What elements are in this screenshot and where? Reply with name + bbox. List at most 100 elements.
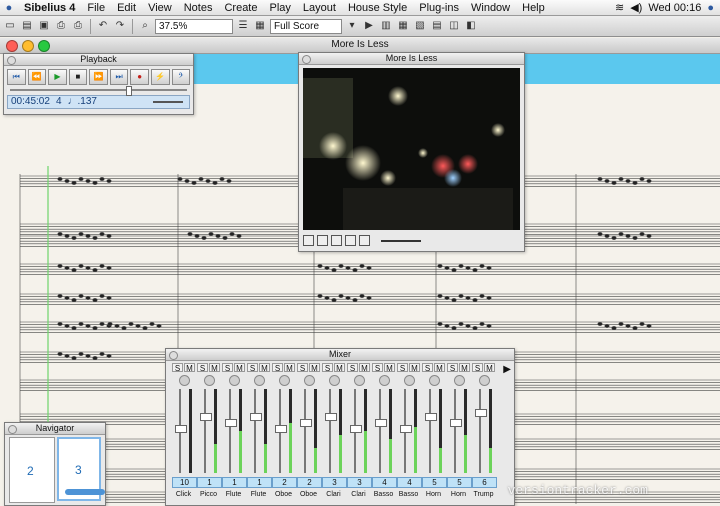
mute-button[interactable]: M (359, 363, 370, 373)
volume-fader[interactable] (375, 419, 387, 428)
menu-plugins[interactable]: Plug-ins (413, 2, 465, 14)
app-menu[interactable]: Sibelius 4 (18, 2, 81, 14)
tempo-slider[interactable] (153, 101, 183, 103)
record-button[interactable]: ● (130, 69, 149, 85)
pan-knob[interactable] (353, 375, 365, 386)
ideas-window-icon[interactable]: ◫ (447, 19, 461, 33)
save-icon[interactable]: ▣ (37, 19, 51, 33)
mute-button[interactable]: M (284, 363, 295, 373)
zoom-icon[interactable]: ⌕ (138, 19, 152, 33)
chevron-down-icon[interactable]: ▾ (345, 19, 359, 33)
channel-number[interactable]: 6 (472, 477, 497, 488)
pan-knob[interactable] (203, 375, 215, 386)
volume-fader[interactable] (200, 413, 212, 421)
video-titlebar[interactable]: More Is Less (299, 53, 524, 65)
pan-knob[interactable] (403, 375, 415, 386)
apple-menu-icon[interactable]: ● (0, 2, 18, 14)
channel-number[interactable]: 1 (197, 477, 222, 488)
playback-window-icon[interactable]: ▶ (362, 19, 376, 33)
pan-knob[interactable] (428, 375, 440, 386)
performance-button[interactable]: 𝄢 (171, 69, 191, 85)
volume-fader[interactable] (225, 419, 237, 428)
channel-number[interactable]: 3 (347, 477, 372, 488)
live-playback-button[interactable]: ⚡ (150, 69, 170, 85)
video-size-full-icon[interactable] (359, 235, 370, 246)
menu-notes[interactable]: Notes (178, 2, 219, 14)
volume-fader[interactable] (450, 419, 462, 428)
zoom-field[interactable]: 37.5% (155, 18, 233, 34)
solo-button[interactable]: S (397, 363, 408, 373)
export-icon[interactable]: ⎙ (54, 19, 68, 33)
volume-fader[interactable] (250, 413, 262, 421)
channel-number[interactable]: 3 (322, 477, 347, 488)
mute-button[interactable]: M (409, 363, 420, 373)
position-slider[interactable] (10, 86, 187, 96)
solo-button[interactable]: S (247, 363, 258, 373)
mute-button[interactable]: M (184, 363, 195, 373)
video-close-button[interactable] (302, 55, 311, 64)
redo-icon[interactable]: ↷ (113, 19, 127, 33)
menu-layout[interactable]: Layout (297, 2, 342, 14)
menu-house-style[interactable]: House Style (342, 2, 413, 14)
mute-button[interactable]: M (459, 363, 470, 373)
navigator-window-icon[interactable]: ▧ (413, 19, 427, 33)
navigator-page[interactable]: 2 (9, 437, 55, 503)
mixer-close-button[interactable] (169, 351, 178, 360)
properties-window-icon[interactable]: ▤ (430, 19, 444, 33)
channel-number[interactable]: 5 (447, 477, 472, 488)
view-mode-select[interactable]: Full Score (270, 18, 342, 34)
volume-icon[interactable]: ◀) (630, 1, 642, 14)
menu-window[interactable]: Window (465, 2, 516, 14)
channel-number[interactable]: 4 (372, 477, 397, 488)
channel-number[interactable]: 1 (247, 477, 272, 488)
menu-create[interactable]: Create (218, 2, 263, 14)
mute-button[interactable]: M (259, 363, 270, 373)
solo-button[interactable]: S (447, 363, 458, 373)
solo-button[interactable]: S (272, 363, 283, 373)
playback-close-button[interactable] (7, 56, 16, 65)
channel-number[interactable]: 5 (422, 477, 447, 488)
solo-button[interactable]: S (372, 363, 383, 373)
channel-number[interactable]: 2 (297, 477, 322, 488)
play-button[interactable]: ▶ (48, 69, 67, 85)
solo-button[interactable]: S (422, 363, 433, 373)
solo-button[interactable]: S (222, 363, 233, 373)
solo-button[interactable]: S (322, 363, 333, 373)
navigator-close-button[interactable] (8, 425, 17, 434)
pan-knob[interactable] (228, 375, 240, 386)
mute-button[interactable]: M (434, 363, 445, 373)
clock[interactable]: Wed 00:16 (648, 2, 701, 14)
mute-button[interactable]: M (384, 363, 395, 373)
mixer-expand-icon[interactable]: ▶ (503, 364, 511, 375)
playback-titlebar[interactable]: Playback (4, 54, 193, 66)
stop-button[interactable]: ■ (68, 69, 88, 85)
channel-number[interactable]: 2 (272, 477, 297, 488)
video-play-icon[interactable] (303, 235, 314, 246)
pan-knob[interactable] (178, 375, 190, 386)
mute-button[interactable]: M (209, 363, 220, 373)
channel-number[interactable]: 4 (397, 477, 422, 488)
pan-knob[interactable] (253, 375, 265, 386)
volume-fader[interactable] (425, 413, 437, 421)
volume-fader[interactable] (400, 425, 412, 433)
navigator-scrollbar[interactable] (65, 489, 105, 495)
volume-fader[interactable] (350, 425, 362, 433)
navigator-titlebar[interactable]: Navigator (5, 423, 105, 435)
focus-icon[interactable]: ▦ (253, 19, 267, 33)
pan-knob[interactable] (378, 375, 390, 386)
video-size-medium-icon[interactable] (331, 235, 342, 246)
pan-knob[interactable] (328, 375, 340, 386)
undo-icon[interactable]: ↶ (96, 19, 110, 33)
rewind-button[interactable]: ⏪ (27, 69, 47, 85)
volume-fader[interactable] (175, 425, 187, 433)
channel-number[interactable]: 10 (172, 477, 197, 488)
solo-button[interactable]: S (347, 363, 358, 373)
mute-button[interactable]: M (334, 363, 345, 373)
new-document-icon[interactable]: ▭ (3, 19, 17, 33)
wifi-icon[interactable]: ≋ (615, 1, 624, 14)
mixer-titlebar[interactable]: Mixer (166, 349, 514, 361)
pan-knob[interactable] (303, 375, 315, 386)
pan-knob[interactable] (278, 375, 290, 386)
menu-edit[interactable]: Edit (111, 2, 142, 14)
volume-fader[interactable] (325, 413, 337, 421)
